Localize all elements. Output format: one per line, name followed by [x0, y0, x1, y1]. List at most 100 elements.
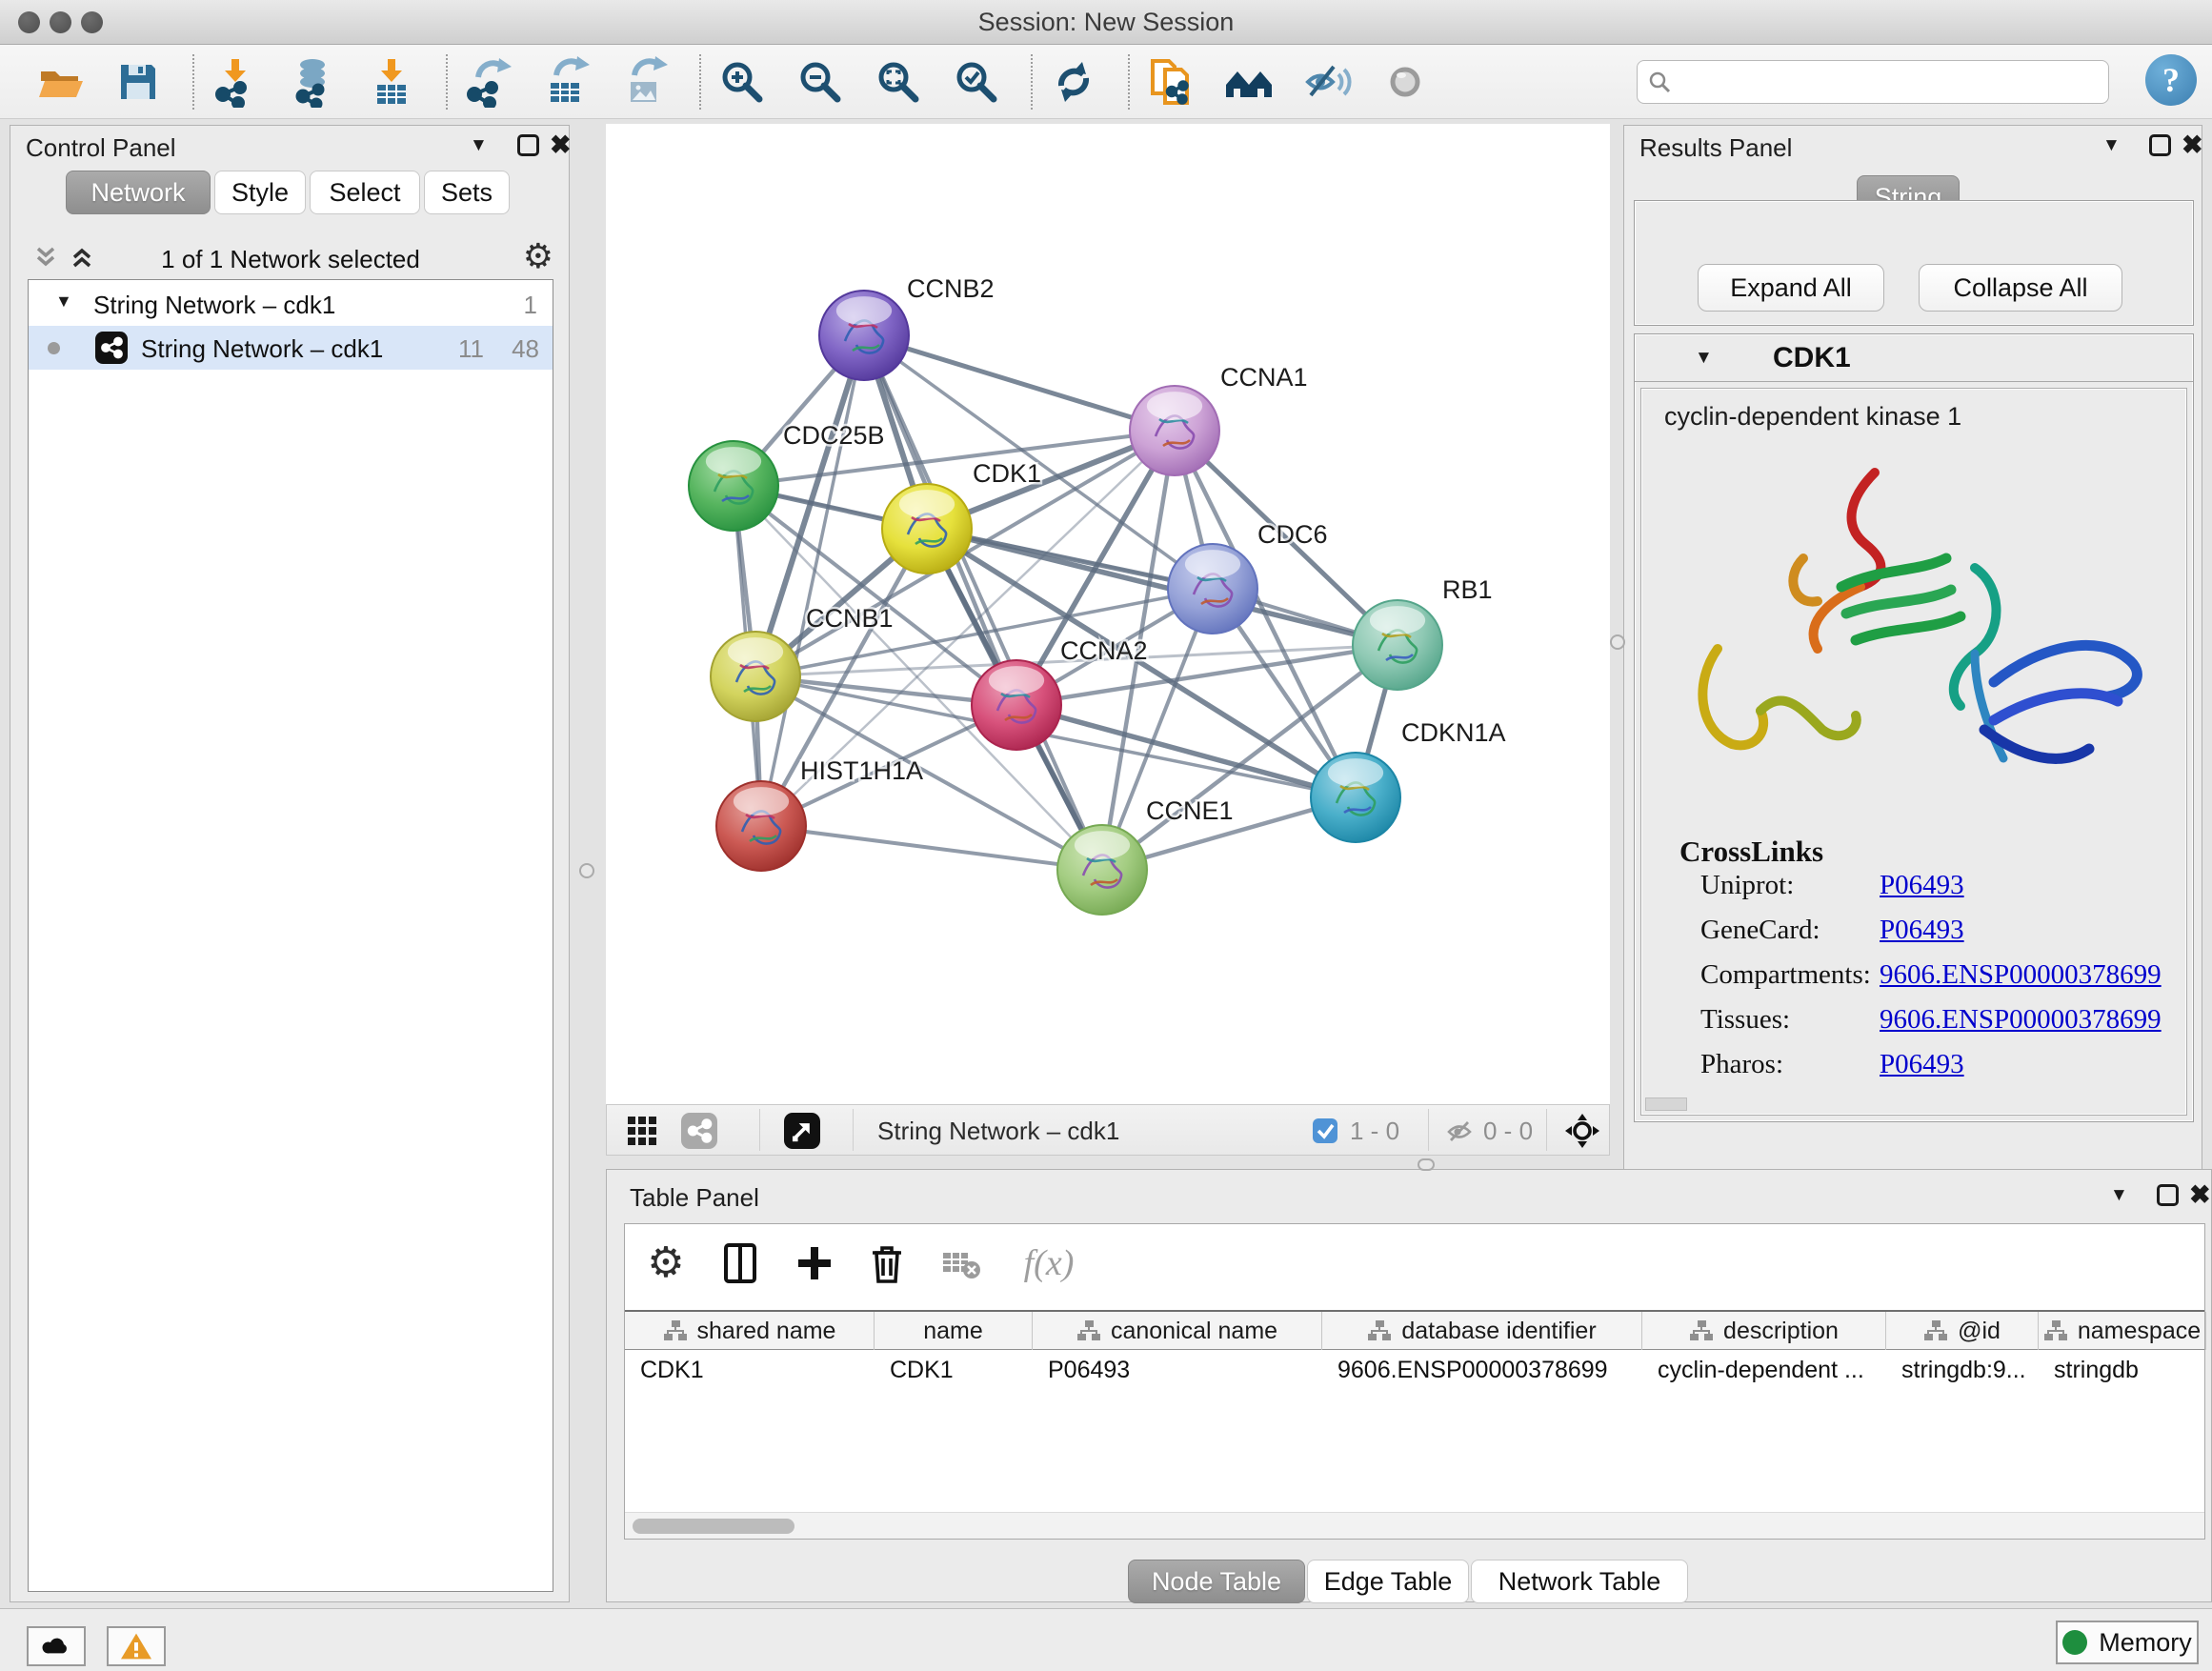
- cell-id[interactable]: stringdb:9...: [1886, 1350, 2037, 1390]
- node-CCNE1[interactable]: [1057, 825, 1147, 915]
- birds-eye-view-icon[interactable]: [784, 1113, 820, 1149]
- panel-menu-caret-icon[interactable]: ▼: [2110, 1185, 2128, 1206]
- cell-name[interactable]: CDK1: [875, 1350, 1031, 1390]
- network-canvas[interactable]: CCNB2CCNA1CDC25BCDK1CDC6RB1CCNB1CCNA2CDK…: [606, 124, 1610, 1104]
- first-neighbors-icon[interactable]: [1223, 56, 1275, 108]
- tab-network[interactable]: Network: [66, 171, 211, 214]
- cell-canonicalname[interactable]: P06493: [1033, 1350, 1320, 1390]
- network-row[interactable]: String Network – cdk1 11 48: [29, 326, 553, 370]
- selected-checkbox-icon[interactable]: [1312, 1117, 1338, 1149]
- crosslink-link[interactable]: P06493: [1880, 870, 1964, 901]
- tab-style[interactable]: Style: [214, 171, 306, 214]
- panel-float-icon[interactable]: [517, 134, 539, 156]
- cell-namespace[interactable]: stringdb: [2039, 1350, 2204, 1390]
- node-HIST1H1A[interactable]: [716, 781, 806, 871]
- cell-description[interactable]: cyclin-dependent ...: [1642, 1350, 1884, 1390]
- warning-button[interactable]: [107, 1626, 166, 1666]
- node-CCNB1[interactable]: [711, 632, 800, 721]
- edge-CCNE1-HIST1H1A[interactable]: [761, 826, 1102, 870]
- results-scrollbar-thumb[interactable]: [1645, 1097, 1687, 1111]
- table-row[interactable]: CDK1CDK1P064939606.ENSP00000378699cyclin…: [625, 1350, 2204, 1390]
- tab-node-table[interactable]: Node Table: [1128, 1560, 1305, 1603]
- import-table-file-icon[interactable]: [366, 56, 417, 108]
- left-splitter-handle[interactable]: [579, 863, 594, 878]
- crosslink-link[interactable]: P06493: [1880, 1049, 1964, 1080]
- hidden-eye-icon[interactable]: [1445, 1117, 1474, 1151]
- table-options-gear-icon[interactable]: ⚙: [640, 1238, 692, 1289]
- node-CCNA1[interactable]: [1130, 386, 1219, 475]
- crosslink-link[interactable]: P06493: [1880, 915, 1964, 946]
- panel-close-icon[interactable]: ✖: [2182, 132, 2203, 158]
- gene-section-header[interactable]: ▼ CDK1: [1635, 334, 2193, 382]
- network-options-gear-icon[interactable]: ⚙: [523, 239, 553, 273]
- delete-table-icon[interactable]: [935, 1238, 987, 1289]
- expand-all-button[interactable]: Expand All: [1698, 264, 1884, 312]
- save-session-icon[interactable]: [112, 56, 164, 108]
- collection-caret-icon[interactable]: ▼: [55, 292, 72, 312]
- panel-close-icon[interactable]: ✖: [2189, 1182, 2211, 1208]
- network-collection-row[interactable]: ▼ String Network – cdk1 1: [29, 282, 553, 326]
- crosslink-link[interactable]: 9606.ENSP00000378699: [1880, 959, 2162, 991]
- zoom-fit-icon[interactable]: [873, 56, 924, 108]
- grid-view-icon[interactable]: [626, 1115, 658, 1152]
- table-horizontal-scrollbar[interactable]: [625, 1512, 2204, 1539]
- export-table-icon[interactable]: [541, 56, 593, 108]
- node-CDK1[interactable]: [882, 484, 972, 574]
- search-field[interactable]: [1637, 60, 2109, 104]
- crosslink-link[interactable]: 9606.ENSP00000378699: [1880, 1004, 2162, 1036]
- panel-close-icon[interactable]: ✖: [550, 132, 572, 158]
- zoom-in-icon[interactable]: [716, 56, 768, 108]
- edge-CCNB2-CCNE1[interactable]: [864, 335, 1102, 870]
- tab-select[interactable]: Select: [310, 171, 420, 214]
- column-header-canonicalname[interactable]: canonical name: [1033, 1312, 1322, 1350]
- zoom-out-icon[interactable]: [794, 56, 846, 108]
- zoom-selected-icon[interactable]: [951, 56, 1002, 108]
- scrollbar-thumb[interactable]: [633, 1519, 794, 1534]
- function-builder-icon[interactable]: f(x): [1006, 1238, 1092, 1289]
- bottom-splitter-handle[interactable]: [1418, 1158, 1435, 1171]
- refresh-icon[interactable]: [1048, 56, 1099, 108]
- collapse-all-button[interactable]: Collapse All: [1919, 264, 2122, 312]
- column-header-id[interactable]: @id: [1886, 1312, 2039, 1350]
- column-header-description[interactable]: description: [1642, 1312, 1886, 1350]
- navigate-crosshair-icon[interactable]: [1563, 1112, 1601, 1155]
- node-CCNB2[interactable]: [819, 291, 909, 380]
- gene-collapse-caret-icon[interactable]: ▼: [1695, 348, 1713, 369]
- panel-menu-caret-icon[interactable]: ▼: [2102, 135, 2121, 156]
- help-icon[interactable]: ?: [2145, 54, 2197, 106]
- edge-CCNA2-CDKN1A[interactable]: [1016, 705, 1356, 797]
- node-CDC25B[interactable]: [689, 441, 778, 531]
- node-CCNA2[interactable]: [972, 660, 1061, 750]
- cell-databaseidentifier[interactable]: 9606.ENSP00000378699: [1322, 1350, 1640, 1390]
- show-all-icon[interactable]: [1379, 56, 1431, 108]
- search-input[interactable]: [1679, 62, 2099, 102]
- node-RB1[interactable]: [1353, 600, 1442, 690]
- network-view-share-icon[interactable]: [681, 1113, 717, 1149]
- right-splitter-handle[interactable]: [1610, 634, 1625, 650]
- tab-sets[interactable]: Sets: [424, 171, 510, 214]
- column-header-sharedname[interactable]: shared name: [625, 1312, 875, 1350]
- open-session-icon[interactable]: [34, 56, 86, 108]
- edge-CCNB2-CCNA1[interactable]: [864, 335, 1175, 431]
- edge-CCNB2-HIST1H1A[interactable]: [761, 335, 864, 826]
- hide-selected-icon[interactable]: [1301, 56, 1353, 108]
- show-columns-icon[interactable]: [714, 1238, 766, 1289]
- panel-float-icon[interactable]: [2149, 134, 2171, 156]
- delete-column-icon[interactable]: [861, 1238, 913, 1289]
- tab-network-table[interactable]: Network Table: [1471, 1560, 1688, 1603]
- import-network-database-icon[interactable]: [288, 56, 339, 108]
- export-image-icon[interactable]: [619, 56, 671, 108]
- node-CDC6[interactable]: [1168, 544, 1257, 634]
- clone-network-icon[interactable]: [1145, 56, 1196, 108]
- column-header-namespace[interactable]: namespace: [2039, 1312, 2206, 1350]
- add-column-icon[interactable]: [789, 1238, 840, 1289]
- panel-menu-caret-icon[interactable]: ▼: [470, 135, 488, 156]
- cloud-button[interactable]: [27, 1626, 86, 1666]
- import-network-file-icon[interactable]: [210, 56, 261, 108]
- tab-edge-table[interactable]: Edge Table: [1307, 1560, 1469, 1603]
- memory-button[interactable]: Memory: [2056, 1621, 2199, 1664]
- cell-sharedname[interactable]: CDK1: [625, 1350, 873, 1390]
- export-network-icon[interactable]: [463, 56, 514, 108]
- column-header-databaseidentifier[interactable]: database identifier: [1322, 1312, 1642, 1350]
- panel-float-icon[interactable]: [2157, 1184, 2179, 1206]
